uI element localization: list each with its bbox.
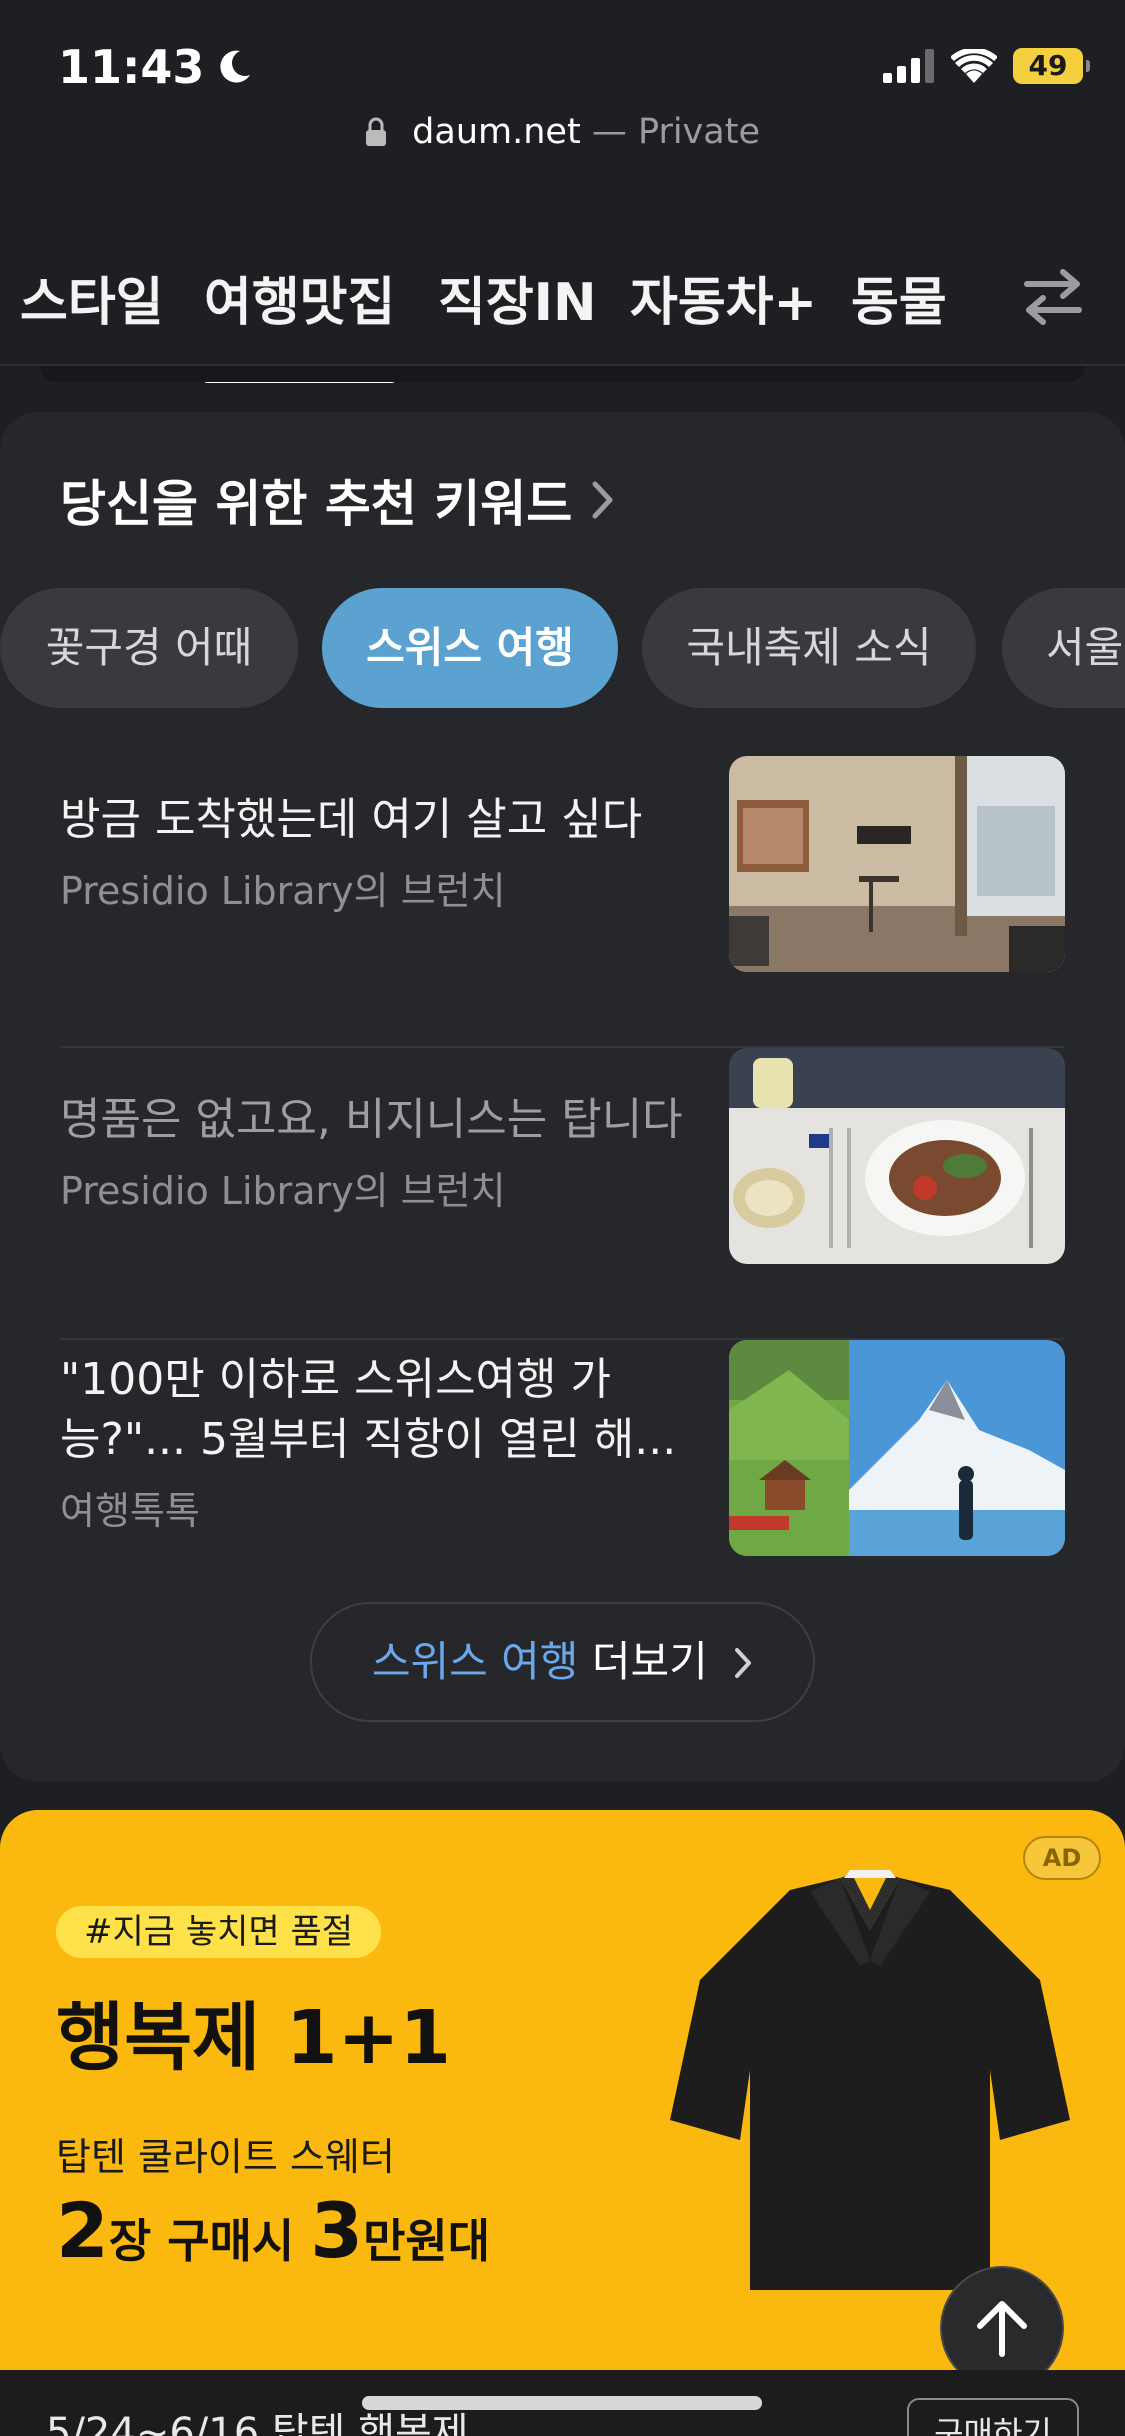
offer-quantity-unit: 장 구매시 <box>108 2214 295 2268</box>
url-domain: daum.net <box>412 112 581 152</box>
article-text: "100만 이하로 스위스여행 가능?"... 5월부터 직항이 열린 해...… <box>60 1350 700 1535</box>
keyword-card: 당신을 위한 추천 키워드 꽃구경 어때 스위스 여행 국내축제 소식 서울 방… <box>0 412 1125 1782</box>
chip-festivals[interactable]: 국내축제 소식 <box>642 588 976 708</box>
more-keyword: 스위스 여행 <box>371 1637 579 1686</box>
article-item[interactable]: "100만 이하로 스위스여행 가능?"... 5월부터 직항이 열린 해...… <box>60 1340 1065 1632</box>
shirt-image <box>670 1870 1070 2290</box>
offer-price-unit: 만원대 <box>363 2214 491 2268</box>
lock-icon <box>366 117 387 146</box>
ad-product-name: 탑텐 쿨라이트 스웨터 <box>56 2135 395 2179</box>
section-title-text: 당신을 위한 추천 키워드 <box>60 475 573 533</box>
chevron-right-icon <box>592 481 613 519</box>
article-thumbnail <box>729 1048 1065 1264</box>
article-thumbnail <box>729 756 1065 972</box>
signal-icon <box>883 49 934 83</box>
offer-price: 3 <box>310 2186 364 2275</box>
tab-animals[interactable]: 동물 <box>851 260 947 335</box>
offer-quantity: 2 <box>56 2186 109 2275</box>
moon-icon <box>220 50 251 83</box>
url-bar[interactable]: daum.net — Private <box>0 112 1125 152</box>
wifi-icon <box>951 49 997 83</box>
swap-icon[interactable] <box>1021 264 1085 330</box>
more-button[interactable]: 스위스 여행 더보기 <box>310 1602 815 1722</box>
tabs-divider <box>40 366 1085 382</box>
ad-headline: 행복제 1+1 <box>56 1995 451 2081</box>
url-separator: — <box>591 112 627 152</box>
article-source: Presidio Library의 브런치 <box>60 1169 506 1213</box>
category-tabs: 스타일 여행맛집 직장IN 자동차+ 동물 <box>0 240 1125 383</box>
tab-travel-food[interactable]: 여행맛집 <box>204 260 396 383</box>
article-source: 여행톡톡 <box>60 1489 200 1533</box>
section-title[interactable]: 당신을 위한 추천 키워드 <box>60 464 616 536</box>
tab-style[interactable]: 스타일 <box>20 260 164 335</box>
home-indicator <box>362 2396 762 2410</box>
status-time: 11:43 <box>58 40 254 94</box>
chevron-right-icon <box>735 1648 752 1678</box>
status-bar: 11:43 49 <box>0 0 1125 120</box>
private-label: Private <box>637 112 760 152</box>
ad-tag: #지금 놓치면 품절 <box>56 1906 382 1958</box>
status-icons: 49 <box>883 48 1090 84</box>
buy-button[interactable]: 구매하기 <box>907 2398 1079 2436</box>
article-title: 명품은 없고요, 비지니스는 탑니다 <box>60 1094 683 1145</box>
article-text: 방금 도착했는데 여기 살고 싶다 Presidio Library의 브런치 <box>60 790 700 915</box>
chip-flowers[interactable]: 꽃구경 어때 <box>0 588 298 708</box>
ad-offer: 2장 구매시 3만원대 <box>56 2186 490 2275</box>
more-label: 더보기 <box>591 1637 708 1686</box>
arrow-up-icon <box>977 2301 1027 2357</box>
article-title: "100만 이하로 스위스여행 가능?"... 5월부터 직항이 열린 해... <box>60 1354 677 1465</box>
article-item[interactable]: 방금 도착했는데 여기 살고 싶다 Presidio Library의 브런치 <box>60 756 1065 1048</box>
tab-work[interactable]: 직장IN <box>438 260 597 335</box>
article-source: Presidio Library의 브런치 <box>60 869 506 913</box>
battery-indicator: 49 <box>1013 48 1090 84</box>
article-title: 방금 도착했는데 여기 살고 싶다 <box>60 794 643 845</box>
keyword-chips: 꽃구경 어때 스위스 여행 국내축제 소식 서울 <box>0 588 1125 708</box>
article-thumbnail <box>729 1340 1065 1556</box>
article-item[interactable]: 명품은 없고요, 비지니스는 탑니다 Presidio Library의 브런치 <box>60 1048 1065 1340</box>
tab-car[interactable]: 자동차+ <box>630 260 817 335</box>
time-text: 11:43 <box>58 40 205 94</box>
chip-seoul[interactable]: 서울 <box>1002 588 1125 708</box>
article-text: 명품은 없고요, 비지니스는 탑니다 Presidio Library의 브런치 <box>60 1090 700 1215</box>
chip-swiss-travel[interactable]: 스위스 여행 <box>322 588 618 708</box>
